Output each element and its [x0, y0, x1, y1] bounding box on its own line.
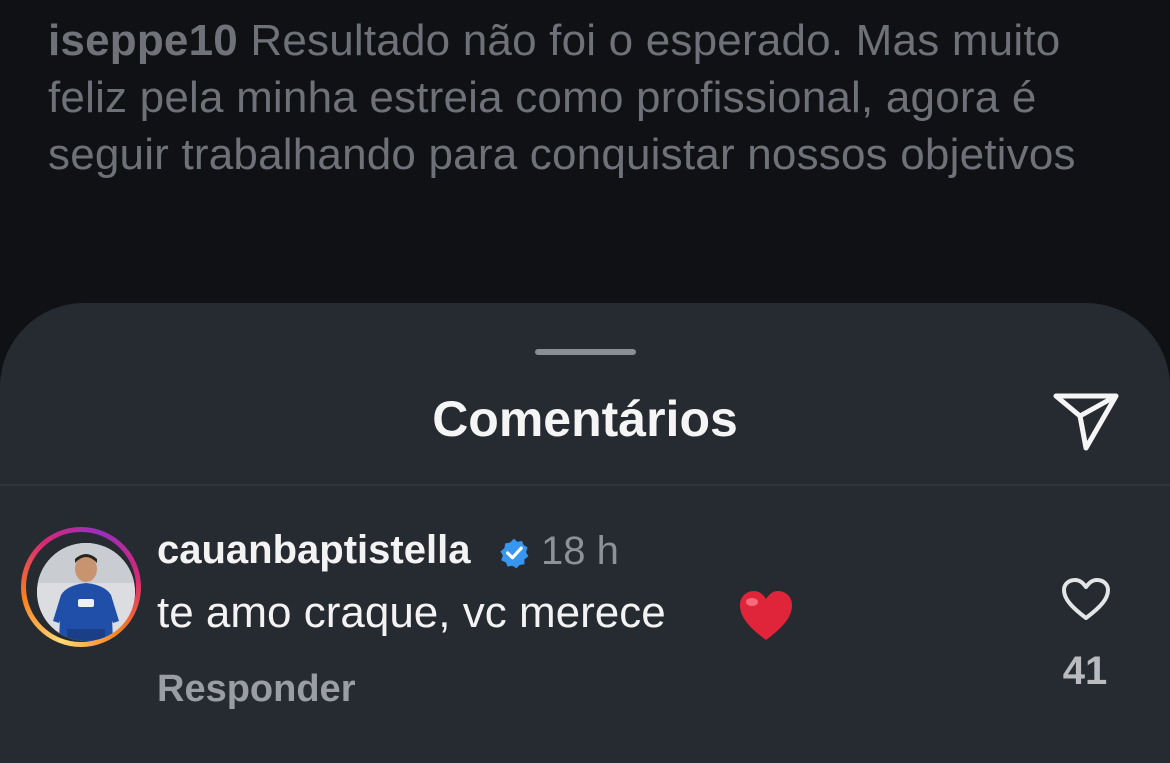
sheet-title: Comentários [432, 391, 738, 447]
sheet-grabber[interactable] [535, 349, 636, 355]
heart-outline-icon[interactable] [1060, 576, 1112, 622]
comments-sheet: Comentários cauanbaptistella 18 h te amo… [0, 303, 1170, 763]
story-ring[interactable] [21, 527, 141, 647]
red-heart-emoji-icon [740, 591, 792, 640]
reply-button[interactable]: Responder [157, 668, 355, 711]
verified-badge-icon [500, 538, 529, 569]
post-author[interactable]: iseppe10 [48, 16, 238, 65]
comment-text: te amo craque, vc merece [157, 588, 666, 637]
avatar[interactable] [37, 543, 135, 641]
header-divider [0, 484, 1170, 486]
comment-username[interactable]: cauanbaptistella [157, 528, 470, 573]
send-icon[interactable] [1052, 390, 1120, 452]
comment-time: 18 h [541, 529, 619, 573]
avatar-image [37, 543, 135, 641]
post-caption: iseppe10 Resultado não foi o esperado. M… [48, 12, 1128, 183]
like-count: 41 [1062, 649, 1108, 693]
